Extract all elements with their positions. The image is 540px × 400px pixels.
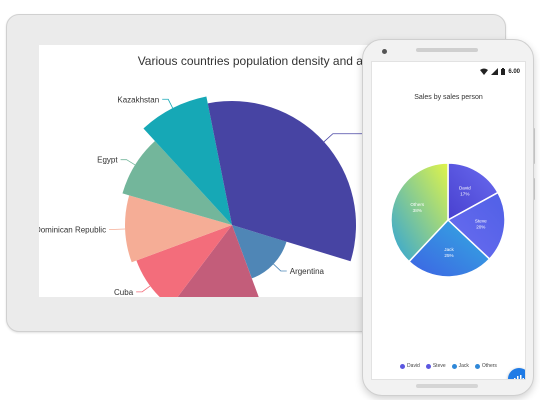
phone-screen: 6.00 Sales by sales person David 17% Steve… bbox=[371, 61, 526, 380]
legend-item[interactable]: Jack bbox=[451, 363, 469, 369]
legend-label: Jack bbox=[458, 363, 469, 369]
legend-item[interactable]: Steve bbox=[425, 363, 446, 369]
data-label-connector bbox=[162, 98, 174, 109]
data-label: 25% bbox=[444, 253, 453, 258]
data-label: Steve bbox=[475, 218, 487, 223]
chart-legend: David Steve Jack Others bbox=[372, 363, 525, 369]
legend-marker-icon bbox=[474, 363, 480, 369]
data-label: Argentina bbox=[290, 267, 325, 276]
phone-speaker bbox=[416, 48, 478, 52]
data-label: Kazakhstan bbox=[117, 95, 159, 104]
data-label: 38% bbox=[413, 208, 422, 213]
legend-item[interactable]: Others bbox=[474, 363, 497, 369]
data-label: Egypt bbox=[97, 156, 118, 165]
data-label-connector bbox=[120, 159, 136, 166]
voice-bars-icon[interactable] bbox=[508, 368, 525, 379]
data-label-connector bbox=[136, 285, 151, 293]
data-label: Dominican Republic bbox=[39, 225, 106, 234]
data-label: David bbox=[459, 186, 471, 191]
data-label-connector bbox=[273, 263, 287, 272]
data-label: Others bbox=[410, 202, 424, 207]
legend-marker-icon bbox=[451, 363, 457, 369]
legend-label: Others bbox=[481, 363, 497, 369]
legend-label: Steve bbox=[432, 363, 446, 369]
data-label: Cuba bbox=[114, 288, 134, 297]
data-label: 20% bbox=[476, 224, 485, 229]
data-label: 17% bbox=[460, 192, 469, 197]
phone-frame: 6.00 Sales by sales person David 17% Steve… bbox=[362, 39, 534, 396]
phone-pie-chart: David17% Steve20% Jack25% Others38% bbox=[390, 162, 506, 278]
phone-home-bar bbox=[416, 384, 478, 388]
legend-label: David bbox=[407, 363, 420, 369]
camera-icon bbox=[382, 49, 387, 54]
legend-marker-icon bbox=[400, 363, 406, 369]
legend-marker-icon bbox=[425, 363, 431, 369]
fab-icon-bars bbox=[514, 374, 524, 379]
legend-item[interactable]: David bbox=[400, 363, 420, 369]
data-label: Jack bbox=[444, 247, 454, 252]
